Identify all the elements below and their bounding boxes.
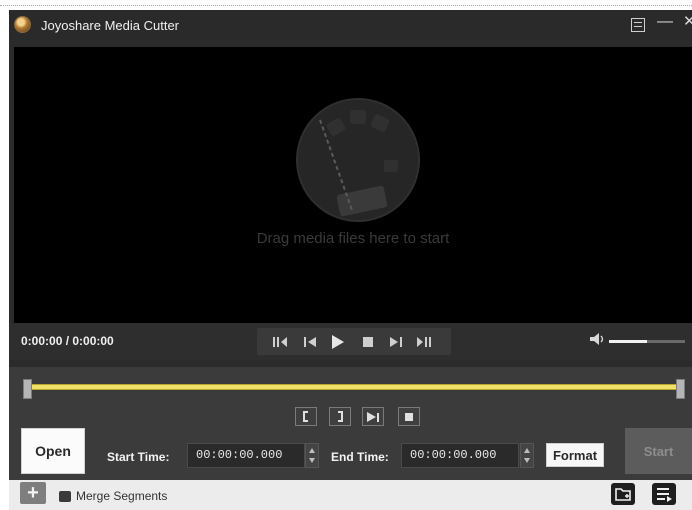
end-time-stepper[interactable] <box>520 443 534 468</box>
app-title: Joyoshare Media Cutter <box>41 18 180 33</box>
play-icon[interactable] <box>325 328 351 355</box>
end-time-label: End Time: <box>331 450 389 464</box>
timeline-track[interactable] <box>27 384 684 390</box>
format-button[interactable]: Format <box>546 443 604 467</box>
volume-level <box>609 340 647 343</box>
edit-panel: Open Start Time: 00:00:00.000 End Time: … <box>9 367 692 510</box>
step-forward-icon[interactable] <box>383 328 409 355</box>
play-segment-icon[interactable] <box>362 407 384 426</box>
close-icon[interactable]: ✕ <box>683 13 692 31</box>
step-back-icon[interactable] <box>297 328 323 355</box>
stop-segment-icon[interactable] <box>398 407 420 426</box>
open-button[interactable]: Open <box>21 428 85 474</box>
menu-icon[interactable] <box>631 18 645 32</box>
title-bar: Joyoshare Media Cutter — ✕ <box>9 10 692 40</box>
bottom-toolbar: + Merge Segments <box>9 480 692 510</box>
next-segment-icon[interactable] <box>411 328 437 355</box>
mark-out-icon[interactable] <box>329 407 351 426</box>
volume-icon[interactable] <box>589 332 605 351</box>
video-preview[interactable]: Drag media files here to start <box>14 47 692 323</box>
app-window: Joyoshare Media Cutter — ✕ Drag media fi… <box>9 10 692 510</box>
merge-segments-label: Merge Segments <box>76 489 168 503</box>
mark-in-icon[interactable] <box>295 407 317 426</box>
trim-start-handle[interactable] <box>23 379 32 399</box>
drop-hint: Drag media files here to start <box>256 230 450 247</box>
playback-bar: 0:00:00 / 0:00:00 <box>9 323 692 360</box>
volume-slider[interactable] <box>609 340 685 343</box>
minimize-icon[interactable]: — <box>657 13 673 31</box>
start-time-field[interactable]: 00:00:00.000 <box>187 443 305 468</box>
merge-segments-checkbox[interactable] <box>59 491 71 502</box>
output-folder-icon[interactable] <box>611 483 635 505</box>
trim-end-handle[interactable] <box>676 379 685 399</box>
start-button[interactable]: Start <box>625 428 692 474</box>
dotted-border <box>0 5 692 6</box>
segment-list-icon[interactable] <box>652 483 676 505</box>
playback-controls <box>257 328 451 355</box>
app-logo-icon <box>14 16 31 33</box>
start-time-label: Start Time: <box>107 450 170 464</box>
start-time-stepper[interactable] <box>305 443 319 468</box>
film-reel-icon <box>296 98 420 222</box>
previous-segment-icon[interactable] <box>267 328 293 355</box>
add-icon[interactable]: + <box>20 482 46 504</box>
stop-icon[interactable] <box>355 328 381 355</box>
time-readout: 0:00:00 / 0:00:00 <box>21 334 114 348</box>
end-time-field[interactable]: 00:00:00.000 <box>401 443 519 468</box>
